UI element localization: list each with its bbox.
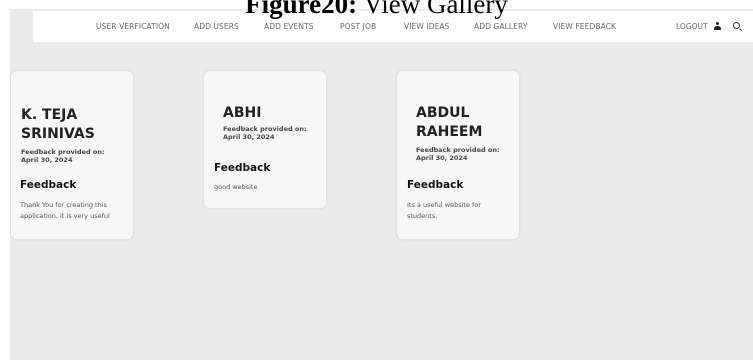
feedback-provided-label: Feedback provided on: (223, 125, 307, 133)
figure-caption: Figure20: View Gallery (0, 0, 753, 20)
feedback-provided-label: Feedback provided on: (21, 148, 105, 156)
feedback-card: ABHI Feedback provided on: April 30, 202… (204, 71, 326, 208)
feedback-user-name: ABDUL RAHEEM (416, 105, 483, 140)
user-icon (714, 22, 721, 30)
feedback-heading: Feedback (407, 179, 464, 191)
figure-caption-text: View Gallery (363, 0, 508, 19)
feedback-text: Its a useful website for students. (407, 201, 481, 220)
feedback-heading: Feedback (214, 162, 271, 174)
logout-label: LOGOUT (676, 22, 708, 31)
feedback-user-name: ABHI (223, 105, 262, 121)
feedback-text: Thank You for creating this application,… (20, 201, 110, 220)
feedback-provided-label: Feedback provided on: (416, 146, 500, 154)
feedback-date: April 30, 2024 (416, 154, 468, 162)
figure-caption-prefix: Figure20: (245, 0, 358, 19)
feedback-date: April 30, 2024 (223, 133, 275, 141)
search-icon[interactable] (733, 22, 743, 32)
feedback-user-name: K. TEJA SRINIVAS (21, 107, 95, 142)
feedback-card: ABDUL RAHEEM Feedback provided on: April… (397, 71, 519, 239)
feedback-date: April 30, 2024 (21, 156, 73, 164)
feedback-text: good website (214, 183, 258, 191)
feedback-heading: Feedback (20, 179, 77, 191)
feedback-card: K. TEJA SRINIVAS Feedback provided on: A… (11, 71, 133, 239)
